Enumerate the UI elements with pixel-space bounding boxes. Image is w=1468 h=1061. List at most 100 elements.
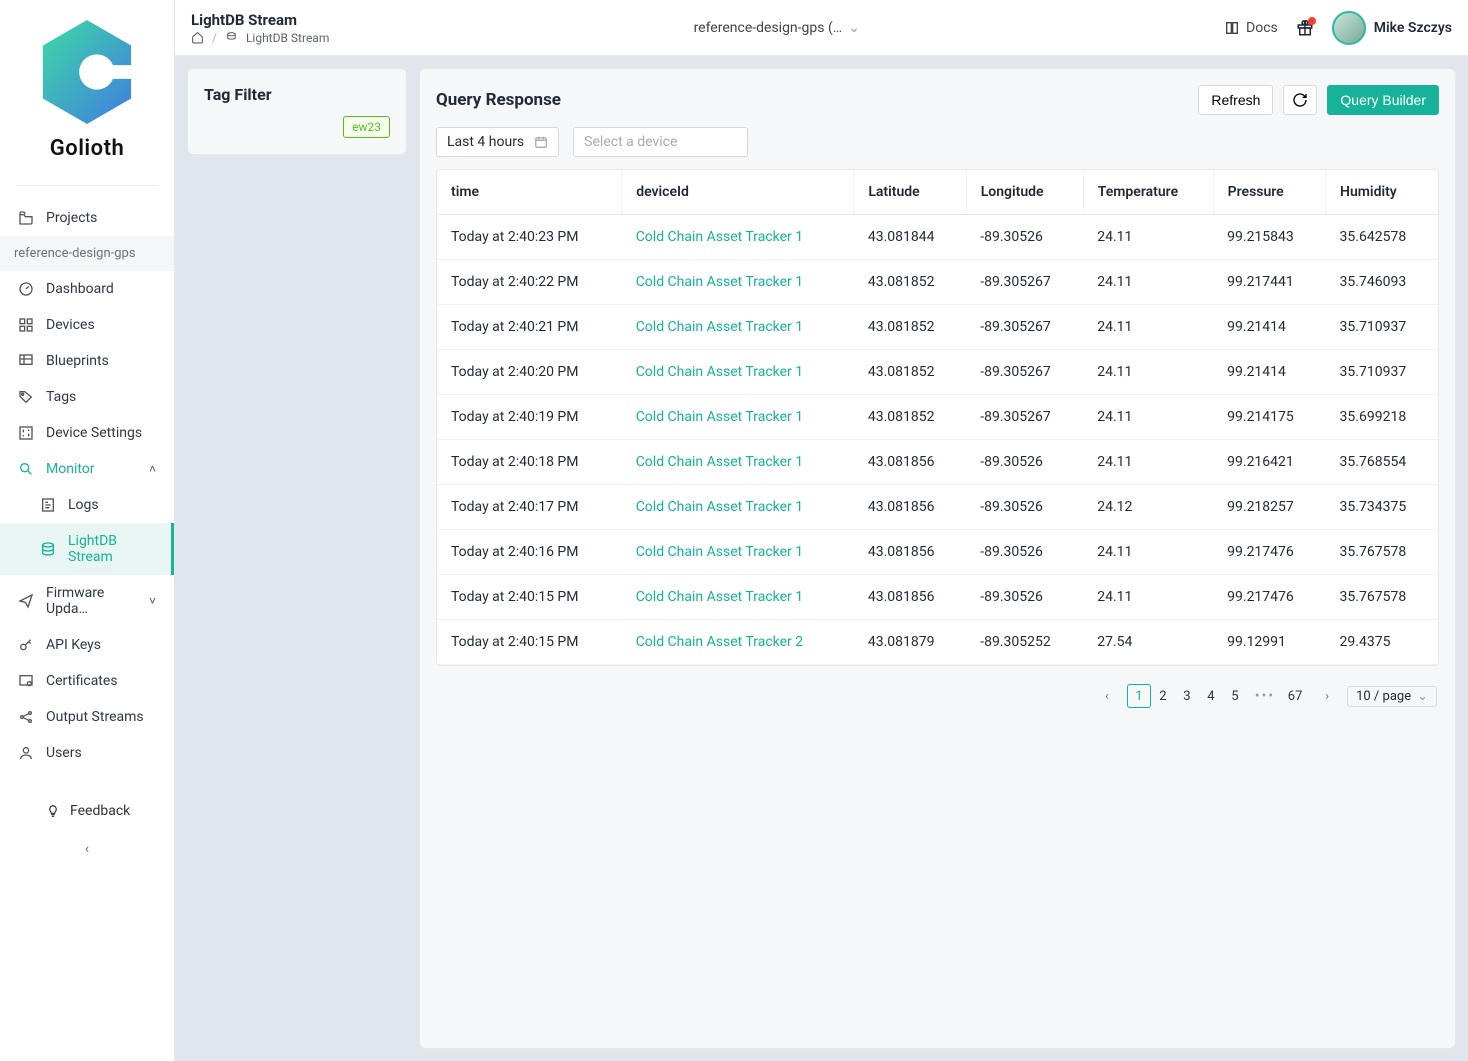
cell-device-link[interactable]: Cold Chain Asset Tracker 1 xyxy=(622,575,854,620)
gauge-icon xyxy=(18,281,34,297)
sidebar-item-device-settings[interactable]: Device Settings xyxy=(0,415,174,451)
project-selector[interactable]: reference-design-gps xyxy=(0,236,174,271)
sidebar-item-projects[interactable]: Projects xyxy=(0,200,174,236)
col-latitude[interactable]: Latitude xyxy=(854,170,966,215)
cell-device-link[interactable]: Cold Chain Asset Tracker 1 xyxy=(622,350,854,395)
cell-latitude: 43.081852 xyxy=(854,305,966,350)
brand-name: Golioth xyxy=(50,136,125,161)
cell-humidity: 35.767578 xyxy=(1326,530,1438,575)
cell-device-link[interactable]: Cold Chain Asset Tracker 2 xyxy=(622,620,854,665)
time-range-label: Last 4 hours xyxy=(447,134,524,150)
cell-time: Today at 2:40:16 PM xyxy=(437,530,622,575)
query-builder-button[interactable]: Query Builder xyxy=(1327,85,1439,115)
col-humidity[interactable]: Humidity xyxy=(1326,170,1438,215)
sidebar-item-logs[interactable]: Logs xyxy=(0,487,174,523)
cell-time: Today at 2:40:17 PM xyxy=(437,485,622,530)
page-button[interactable]: 1 xyxy=(1127,684,1151,708)
user-menu[interactable]: Mike Szczys xyxy=(1332,11,1452,45)
sidebar-item-lightdb-stream[interactable]: LightDB Stream xyxy=(0,523,174,575)
collapse-sidebar-button[interactable]: ‹ xyxy=(0,831,174,867)
notification-dot-icon xyxy=(1308,17,1316,25)
cell-time: Today at 2:40:19 PM xyxy=(437,395,622,440)
refresh-button[interactable]: Refresh xyxy=(1198,85,1273,115)
whatsnew-button[interactable] xyxy=(1296,19,1314,37)
page-button[interactable]: 4 xyxy=(1199,684,1223,708)
query-response-panel: Query Response Refresh Query Builder xyxy=(419,68,1456,1049)
cell-humidity: 35.699218 xyxy=(1326,395,1438,440)
tag-icon xyxy=(18,389,34,405)
cell-device-link[interactable]: Cold Chain Asset Tracker 1 xyxy=(622,305,854,350)
sidebar-item-output-streams[interactable]: Output Streams xyxy=(0,699,174,735)
page-button[interactable]: 5 xyxy=(1223,684,1247,708)
cell-device-link[interactable]: Cold Chain Asset Tracker 1 xyxy=(622,260,854,305)
next-page-button[interactable]: › xyxy=(1315,684,1339,708)
project-dropdown[interactable]: reference-design-gps (… ⌄ xyxy=(694,20,860,36)
col-longitude[interactable]: Longitude xyxy=(966,170,1083,215)
cell-device-link[interactable]: Cold Chain Asset Tracker 1 xyxy=(622,485,854,530)
logo-block: Golioth xyxy=(0,0,174,171)
folder-icon xyxy=(18,210,34,226)
send-icon xyxy=(18,593,34,609)
table-row: Today at 2:40:15 PMCold Chain Asset Trac… xyxy=(437,575,1438,620)
logs-icon xyxy=(40,497,56,513)
refresh-icon-button[interactable] xyxy=(1283,85,1317,115)
sidebar-item-dashboard[interactable]: Dashboard xyxy=(0,271,174,307)
cell-latitude: 43.081879 xyxy=(854,620,966,665)
cell-humidity: 35.710937 xyxy=(1326,305,1438,350)
cell-device-link[interactable]: Cold Chain Asset Tracker 1 xyxy=(622,530,854,575)
cell-pressure: 99.21414 xyxy=(1213,350,1325,395)
cell-temperature: 24.11 xyxy=(1083,395,1213,440)
cell-pressure: 99.214175 xyxy=(1213,395,1325,440)
tag-chip[interactable]: ew23 xyxy=(343,116,390,138)
device-selector[interactable]: Select a device xyxy=(573,127,748,157)
cell-device-link[interactable]: Cold Chain Asset Tracker 1 xyxy=(622,215,854,260)
sidebar-item-label: Blueprints xyxy=(46,353,109,369)
cell-device-link[interactable]: Cold Chain Asset Tracker 1 xyxy=(622,395,854,440)
sidebar-item-label: Dashboard xyxy=(46,281,114,297)
page-title: LightDB Stream xyxy=(191,11,329,29)
cell-humidity: 35.767578 xyxy=(1326,575,1438,620)
docs-link[interactable]: Docs xyxy=(1224,20,1278,36)
home-icon[interactable] xyxy=(191,31,204,44)
col-deviceid[interactable]: deviceId xyxy=(622,170,854,215)
sidebar-item-certificates[interactable]: Certificates xyxy=(0,663,174,699)
sidebar-item-firmware-updates[interactable]: Firmware Upda… ˅ xyxy=(0,575,174,627)
sidebar-item-label: Devices xyxy=(46,317,95,333)
cell-longitude: -89.305252 xyxy=(966,620,1083,665)
sidebar-item-tags[interactable]: Tags xyxy=(0,379,174,415)
sidebar-item-label: Projects xyxy=(46,210,97,226)
table-row: Today at 2:40:16 PMCold Chain Asset Trac… xyxy=(437,530,1438,575)
col-temperature[interactable]: Temperature xyxy=(1083,170,1213,215)
cell-longitude: -89.30526 xyxy=(966,440,1083,485)
cell-time: Today at 2:40:22 PM xyxy=(437,260,622,305)
cell-pressure: 99.218257 xyxy=(1213,485,1325,530)
col-time[interactable]: time xyxy=(437,170,622,215)
avatar xyxy=(1332,11,1366,45)
sidebar-item-api-keys[interactable]: API Keys xyxy=(0,627,174,663)
page-button[interactable]: 2 xyxy=(1151,684,1175,708)
cell-longitude: -89.30526 xyxy=(966,530,1083,575)
project-dropdown-label: reference-design-gps (… xyxy=(694,20,843,36)
golioth-logo-icon xyxy=(38,18,136,126)
cell-device-link[interactable]: Cold Chain Asset Tracker 1 xyxy=(622,440,854,485)
cell-time: Today at 2:40:23 PM xyxy=(437,215,622,260)
sliders-icon xyxy=(18,425,34,441)
sidebar-item-devices[interactable]: Devices xyxy=(0,307,174,343)
col-pressure[interactable]: Pressure xyxy=(1213,170,1325,215)
prev-page-button[interactable]: ‹ xyxy=(1095,684,1119,708)
docs-label: Docs xyxy=(1246,20,1278,36)
sidebar-item-label: Certificates xyxy=(46,673,118,689)
page-button[interactable]: 3 xyxy=(1175,684,1199,708)
page-size-selector[interactable]: 10 / page ⌄ xyxy=(1347,686,1437,707)
bulb-icon xyxy=(46,804,60,818)
sidebar-item-blueprints[interactable]: Blueprints xyxy=(0,343,174,379)
cell-latitude: 43.081856 xyxy=(854,575,966,620)
sidebar: Golioth Projects reference-design-gps Da… xyxy=(0,0,175,1061)
time-range-selector[interactable]: Last 4 hours xyxy=(436,127,559,157)
breadcrumb-current: LightDB Stream xyxy=(246,31,329,45)
feedback-link[interactable]: Feedback xyxy=(0,791,174,831)
last-page-button[interactable]: 67 xyxy=(1283,684,1307,708)
device-placeholder: Select a device xyxy=(584,134,677,150)
sidebar-item-users[interactable]: Users xyxy=(0,735,174,771)
sidebar-item-monitor[interactable]: Monitor ˄ xyxy=(0,451,174,487)
